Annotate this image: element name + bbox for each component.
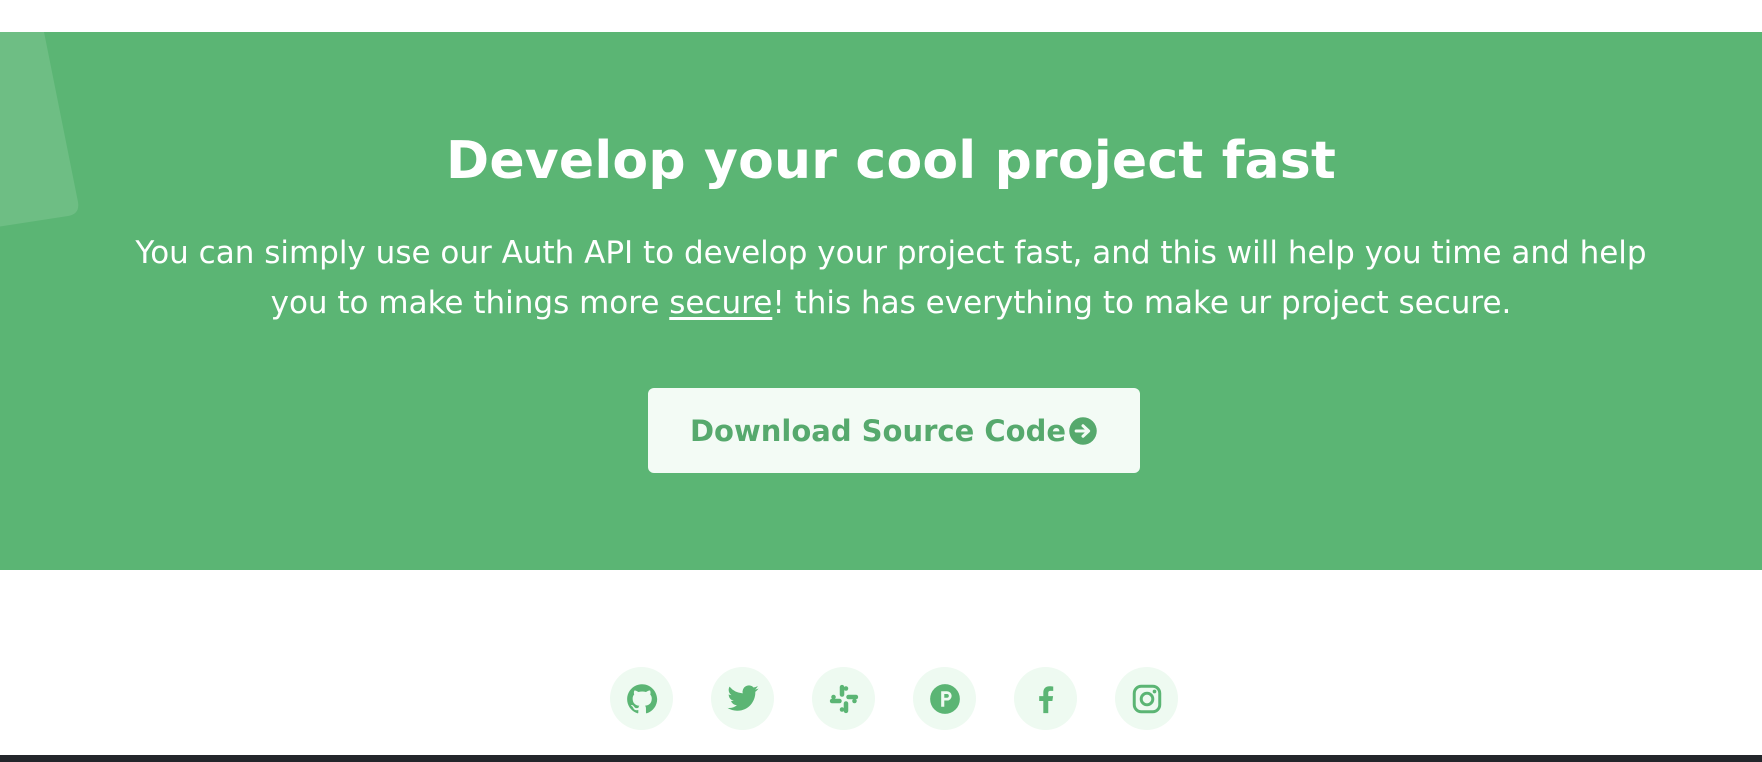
slack-link[interactable] [812,667,875,730]
slack-icon [829,684,858,713]
twitter-link[interactable] [711,667,774,730]
download-button-label: Download Source Code [689,413,1067,448]
producthunt-link[interactable] [913,667,976,730]
instagram-icon [1132,684,1161,713]
download-source-code-button[interactable]: Download Source Code [648,388,1140,473]
bottom-bar [0,755,1762,762]
twitter-icon [726,684,759,711]
description-text-end: ! this has everything to make ur project… [772,285,1512,321]
section-title: Develop your cool project fast [445,131,1337,191]
github-icon [626,683,657,713]
producthunt-icon [929,683,960,714]
secure-link[interactable]: secure [669,285,772,321]
page: Develop your cool project fast You can s… [0,0,1762,762]
arrow-circle-right-icon [1068,416,1098,446]
social-links [610,667,1178,730]
github-link[interactable] [610,667,673,730]
facebook-icon [1038,685,1053,713]
facebook-link[interactable] [1014,667,1077,730]
section-description: You can simply use our Auth API to devel… [110,228,1672,328]
cta-section: Develop your cool project fast You can s… [0,32,1762,570]
instagram-link[interactable] [1115,667,1178,730]
